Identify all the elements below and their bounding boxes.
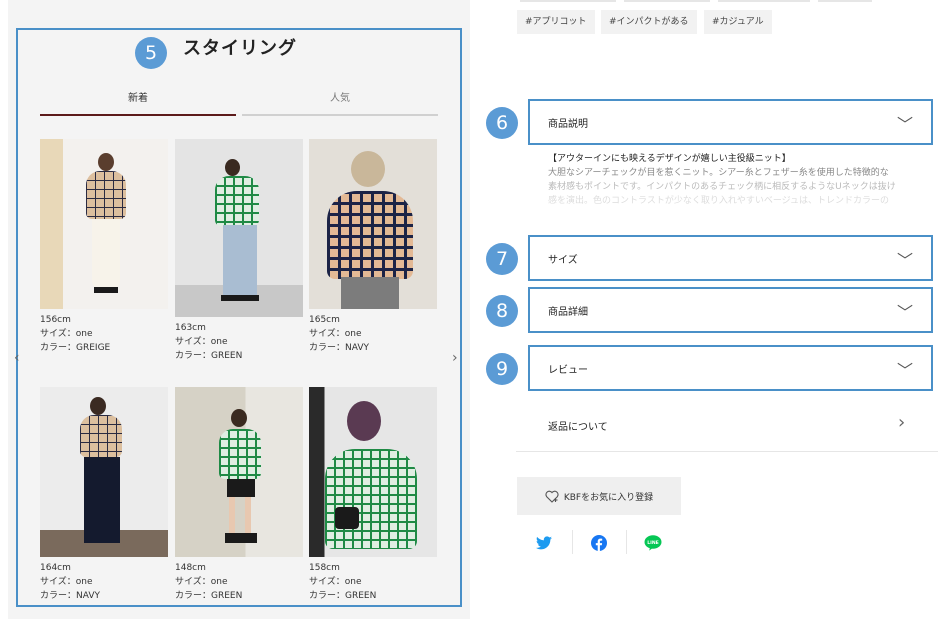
tag-row-stub bbox=[520, 0, 616, 2]
section-number-badge: 8 bbox=[486, 295, 518, 327]
hashtag[interactable]: #アプリコット bbox=[517, 10, 595, 34]
section-number-badge: 7 bbox=[486, 243, 518, 275]
model-height: 148cm bbox=[175, 563, 206, 573]
styling-photo[interactable] bbox=[309, 387, 437, 557]
model-color: カラー：GREEN bbox=[175, 591, 243, 601]
hashtag[interactable]: #インパクトがある bbox=[601, 10, 697, 34]
section-number-badge: 5 bbox=[135, 37, 167, 69]
accordion-size[interactable]: サイズ ﹀ bbox=[528, 235, 933, 281]
line-icon: LINE bbox=[644, 535, 662, 551]
model-color: カラー：NAVY bbox=[309, 343, 369, 353]
social-divider bbox=[572, 530, 573, 554]
chevron-down-icon: ﹀ bbox=[896, 251, 913, 270]
description-line: 素材感もポイントです。インパクトのあるチェック柄に相反するようなUネックは抜け bbox=[548, 182, 896, 192]
model-height: 163cm bbox=[175, 323, 206, 333]
model-height: 156cm bbox=[40, 315, 71, 325]
accordion-label: レビュー bbox=[548, 365, 588, 376]
favorite-label: KBFをお気に入り登録 bbox=[563, 492, 654, 503]
accordion-product-description[interactable]: 商品説明 ﹀ bbox=[528, 99, 933, 145]
model-color: カラー：NAVY bbox=[40, 591, 100, 601]
returns-label: 返品について bbox=[548, 422, 608, 433]
model-height: 165cm bbox=[309, 315, 340, 325]
social-divider bbox=[626, 530, 627, 554]
carousel-prev-icon[interactable]: ‹ bbox=[14, 350, 20, 366]
twitter-icon bbox=[536, 536, 552, 550]
model-size: サイズ：one bbox=[40, 329, 93, 339]
chevron-down-icon: ﹀ bbox=[896, 303, 913, 322]
model-size: サイズ：one bbox=[40, 577, 93, 587]
model-height: 158cm bbox=[309, 563, 340, 573]
styling-photo[interactable] bbox=[40, 139, 168, 309]
add-favorite-brand-button[interactable]: KBFをお気に入り登録 bbox=[517, 477, 681, 515]
accordion-reviews[interactable]: レビュー ﹀ bbox=[528, 345, 933, 391]
styling-tabs: 新着 人気 bbox=[40, 90, 438, 116]
styling-photo[interactable] bbox=[309, 139, 437, 309]
svg-text:LINE: LINE bbox=[647, 540, 659, 546]
tab-popular[interactable]: 人気 bbox=[242, 90, 438, 116]
description-title: 【アウターインにも映えるデザインが嬉しい主役級ニット】 bbox=[548, 154, 791, 164]
hashtag[interactable]: #カジュアル bbox=[704, 10, 772, 34]
twitter-share-button[interactable] bbox=[534, 532, 554, 554]
tag-row-stub bbox=[718, 0, 810, 2]
styling-photo[interactable] bbox=[175, 139, 303, 317]
model-color: カラー：GREIGE bbox=[40, 343, 111, 353]
description-line: 大胆なシアーチェックが目を惹くニット。シアー糸とフェザー糸を使用した特徴的な bbox=[548, 168, 889, 178]
tag-row-stub bbox=[818, 0, 872, 2]
tag-row-stub bbox=[624, 0, 710, 2]
styling-photo[interactable] bbox=[40, 387, 168, 557]
accordion-label: サイズ bbox=[548, 255, 578, 266]
accordion-label: 商品説明 bbox=[548, 119, 588, 130]
product-description-text: 【アウターインにも映えるデザインが嬉しい主役級ニット】 大胆なシアーチェックが目… bbox=[548, 152, 908, 208]
accordion-label: 商品詳細 bbox=[548, 307, 588, 318]
chevron-down-icon: ﹀ bbox=[896, 115, 913, 134]
heart-plus-icon bbox=[545, 490, 559, 503]
chevron-right-icon: › bbox=[898, 412, 906, 433]
model-size: サイズ：one bbox=[309, 577, 362, 587]
accordion-product-details[interactable]: 商品詳細 ﹀ bbox=[528, 287, 933, 333]
section-number-badge: 9 bbox=[486, 353, 518, 385]
line-share-button[interactable]: LINE bbox=[643, 532, 663, 554]
carousel-next-icon[interactable]: › bbox=[452, 350, 458, 366]
chevron-down-icon: ﹀ bbox=[896, 361, 913, 380]
model-size: サイズ：one bbox=[309, 329, 362, 339]
section-number-badge: 6 bbox=[486, 107, 518, 139]
facebook-share-button[interactable] bbox=[589, 532, 609, 554]
styling-title: スタイリング bbox=[183, 38, 297, 59]
page: 5 スタイリング 新着 人気 ‹ › 156cm サイズ：one カラー：GRE… bbox=[0, 0, 945, 619]
model-color: カラー：GREEN bbox=[309, 591, 377, 601]
returns-link[interactable]: 返品について › bbox=[516, 400, 938, 452]
model-size: サイズ：one bbox=[175, 337, 228, 347]
styling-photo[interactable] bbox=[175, 387, 303, 557]
model-size: サイズ：one bbox=[175, 577, 228, 587]
tab-new-arrivals[interactable]: 新着 bbox=[40, 90, 236, 116]
facebook-icon bbox=[591, 535, 607, 551]
description-line: 感を演出。色のコントラストが少なく取り入れやすいベージュは、トレンドカラーの bbox=[548, 196, 890, 206]
model-height: 164cm bbox=[40, 563, 71, 573]
model-color: カラー：GREEN bbox=[175, 351, 243, 361]
